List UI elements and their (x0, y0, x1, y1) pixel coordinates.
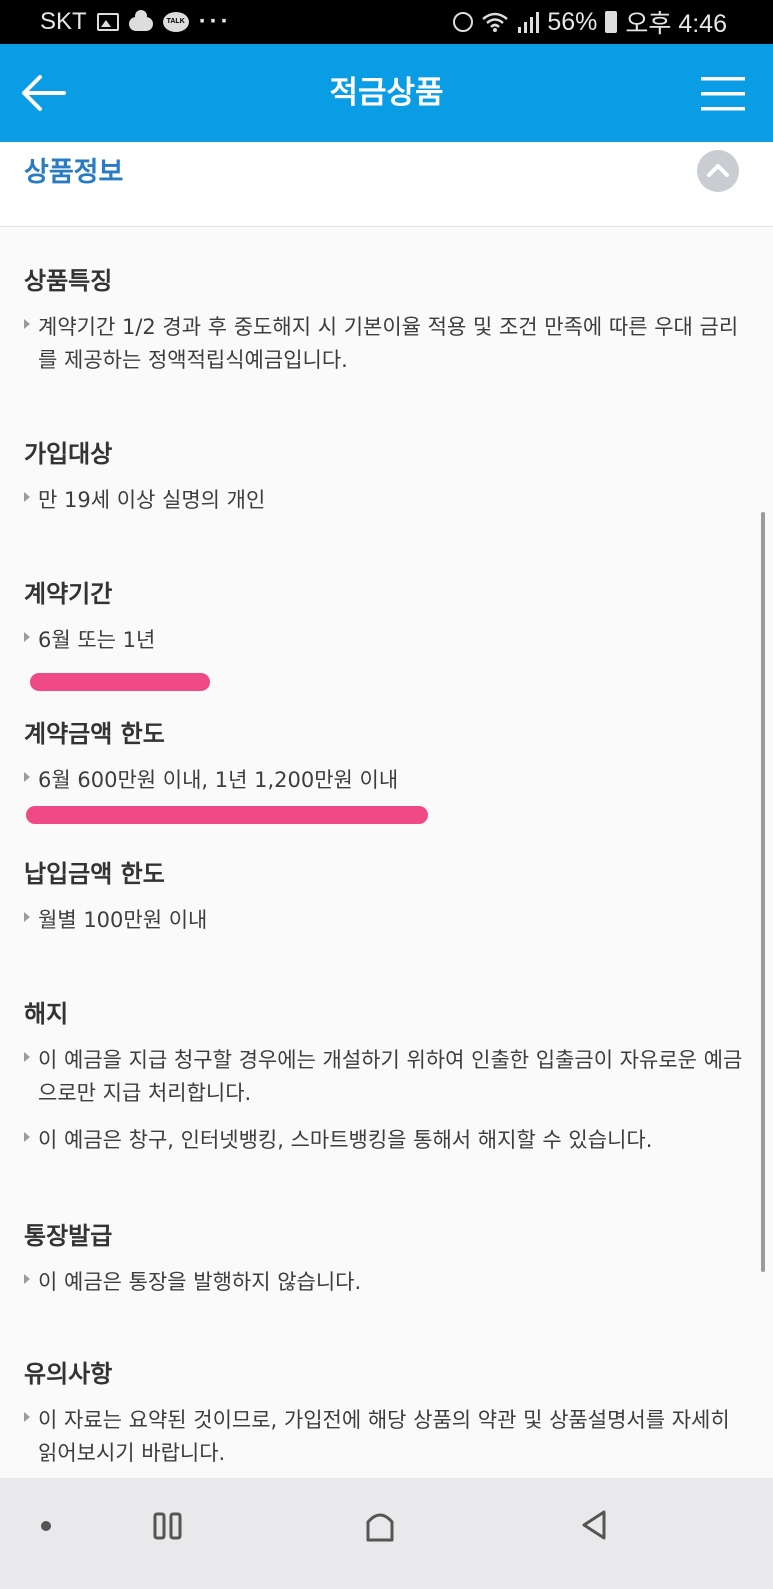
home-icon (366, 1513, 394, 1542)
section-header: 상품정보 (0, 142, 773, 227)
section-title: 상품정보 (24, 157, 124, 188)
dot-icon (41, 1521, 51, 1531)
talk-icon: TALK (162, 12, 189, 32)
recent-apps-button[interactable] (150, 1508, 186, 1544)
info-block-contract-limit: 계약금액 한도 6월 600만원 이내, 1년 1,200만원 이내 (24, 718, 744, 797)
gallery-icon (96, 13, 119, 31)
menu-button[interactable] (699, 74, 749, 114)
block-heading: 계약금액 한도 (24, 720, 165, 748)
bullet-text: 이 자료는 요약된 것이므로, 가입전에 해당 상품의 약관 및 상품설명서를 … (38, 1408, 730, 1465)
bullet-arrow-icon (24, 1052, 30, 1062)
wifi-icon (482, 12, 509, 32)
bullet-text: 이 예금을 지급 청구할 경우에는 개설하기 위하여 인출한 입출금이 자유로운… (38, 1048, 743, 1105)
bullet-arrow-icon (24, 1274, 30, 1284)
page-title: 적금상품 (329, 75, 444, 111)
bullet-arrow-icon (24, 492, 30, 502)
carrier-label: SKT (40, 8, 87, 35)
bullet-arrow-icon (24, 319, 30, 329)
bullet-text: 월별 100만원 이내 (38, 908, 208, 932)
scrollbar[interactable] (761, 512, 765, 1272)
more-notifications-icon: ··· (198, 8, 232, 35)
block-heading: 상품특징 (24, 267, 113, 295)
bullet-item: 이 예금은 창구, 인터넷뱅킹, 스마트뱅킹을 통해서 해지할 수 있습니다. (24, 1124, 744, 1157)
chevron-up-icon (707, 164, 729, 177)
bullet-item: 이 예금은 통장을 발행하지 않습니다. (24, 1266, 744, 1299)
bullet-item: 이 예금을 지급 청구할 경우에는 개설하기 위하여 인출한 입출금이 자유로운… (24, 1044, 744, 1110)
block-heading: 가입대상 (24, 440, 113, 468)
nav-dot-button[interactable] (38, 1518, 54, 1534)
status-bar: SKT TALK ··· 56% 오후 4:46 (0, 0, 773, 44)
bullet-arrow-icon (24, 772, 30, 782)
marker-highlight (30, 673, 210, 691)
block-heading: 납입금액 한도 (24, 860, 165, 888)
bullet-text: 이 예금은 통장을 발행하지 않습니다. (38, 1270, 362, 1294)
info-block-termination: 해지 이 예금을 지급 청구할 경우에는 개설하기 위하여 인출한 입출금이 자… (24, 998, 744, 1157)
bullet-arrow-icon (24, 1412, 30, 1422)
alarm-icon (453, 12, 474, 32)
info-block-payment-limit: 납입금액 한도 월별 100만원 이내 (24, 858, 744, 937)
bullet-arrow-icon (24, 1132, 30, 1142)
collapse-button[interactable] (697, 150, 739, 192)
bullet-text: 6월 600만원 이내, 1년 1,200만원 이내 (38, 768, 399, 792)
bullet-arrow-icon (24, 632, 30, 642)
info-block-features: 상품특징 계약기간 1/2 경과 후 중도해지 시 기본이율 적용 및 조건 만… (24, 265, 744, 377)
bullet-item: 이 자료는 요약된 것이므로, 가입전에 해당 상품의 약관 및 상품설명서를 … (24, 1404, 744, 1470)
battery-icon (605, 11, 618, 33)
bullet-item: 6월 또는 1년 (24, 624, 744, 657)
hamburger-menu-icon (701, 77, 745, 111)
bullet-arrow-icon (24, 912, 30, 922)
bullet-text: 만 19세 이상 실명의 개인 (38, 488, 266, 512)
info-block-eligibility: 가입대상 만 19세 이상 실명의 개인 (24, 438, 744, 517)
cloud-icon (128, 10, 153, 31)
block-heading: 통장발급 (24, 1222, 113, 1250)
bullet-text: 계약기간 1/2 경과 후 중도해지 시 기본이율 적용 및 조건 만족에 따른… (38, 315, 739, 372)
bullet-item: 월별 100만원 이내 (24, 904, 744, 937)
system-nav-bar (0, 1478, 773, 1589)
bullet-item: 계약기간 1/2 경과 후 중도해지 시 기본이율 적용 및 조건 만족에 따른… (24, 311, 744, 377)
info-block-contract-period: 계약기간 6월 또는 1년 (24, 578, 744, 657)
bullet-text: 6월 또는 1년 (38, 628, 156, 652)
marker-highlight (26, 806, 428, 824)
back-icon (582, 1510, 606, 1540)
signal-icon (518, 12, 540, 33)
info-block-notice: 유의사항 이 자료는 요약된 것이므로, 가입전에 해당 상품의 약관 및 상품… (24, 1358, 744, 1470)
bullet-item: 6월 600만원 이내, 1년 1,200만원 이내 (24, 764, 744, 797)
block-heading: 계약기간 (24, 580, 113, 608)
clock: 오후 4:46 (625, 10, 727, 38)
info-block-passbook: 통장발급 이 예금은 통장을 발행하지 않습니다. (24, 1220, 744, 1299)
home-button[interactable] (362, 1506, 398, 1544)
app-header: 적금상품 (0, 44, 773, 142)
block-heading: 해지 (24, 1000, 69, 1028)
block-heading: 유의사항 (24, 1360, 113, 1388)
battery-percent: 56% (547, 7, 598, 36)
bullet-text: 이 예금은 창구, 인터넷뱅킹, 스마트뱅킹을 통해서 해지할 수 있습니다. (38, 1128, 653, 1152)
back-nav-button[interactable] (576, 1506, 612, 1544)
bullet-item: 만 19세 이상 실명의 개인 (24, 484, 744, 517)
recent-apps-icon (153, 1512, 182, 1540)
